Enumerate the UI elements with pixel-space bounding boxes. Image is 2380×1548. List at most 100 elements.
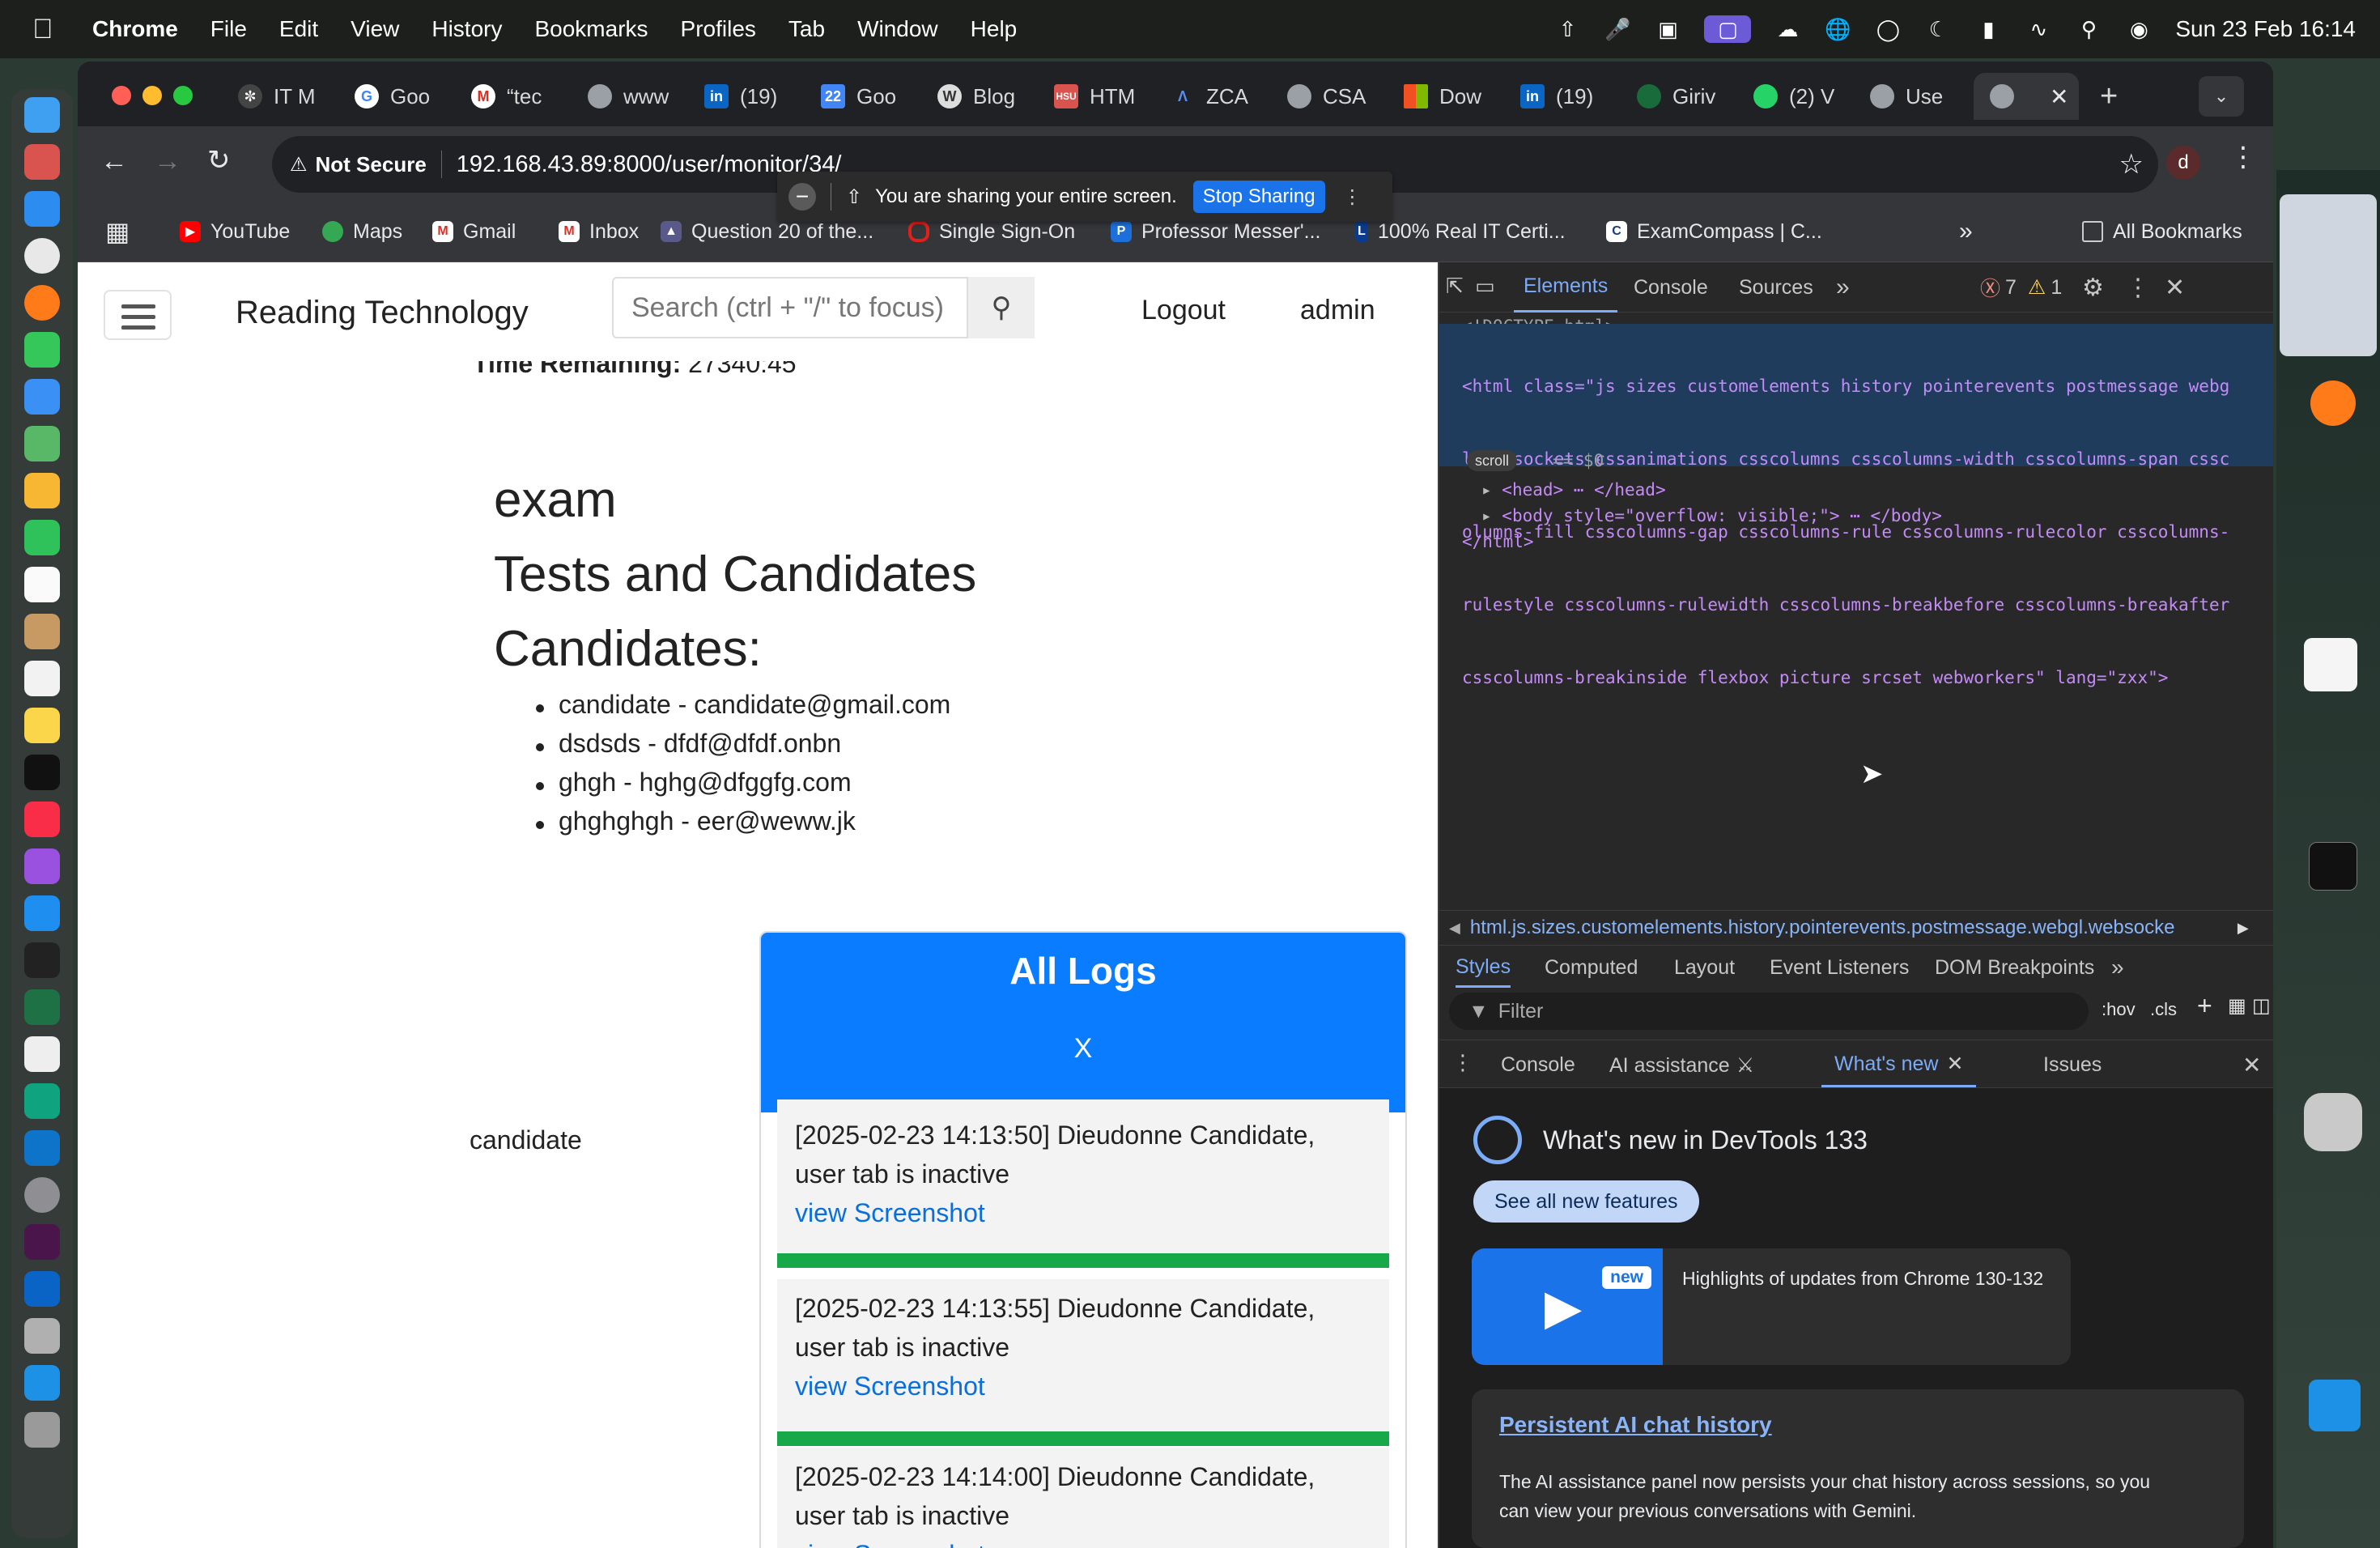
reminders-icon[interactable] bbox=[24, 661, 60, 696]
apple-menu-icon[interactable]:  bbox=[32, 14, 65, 45]
feature-title-link[interactable]: Persistent AI chat history bbox=[1499, 1412, 1772, 1438]
tab-active[interactable]: ✕ bbox=[1974, 73, 2079, 120]
more-tabs-icon[interactable]: » bbox=[1836, 262, 1850, 313]
vscode-icon[interactable] bbox=[2304, 638, 2357, 691]
podcasts-icon[interactable] bbox=[24, 848, 60, 884]
body-node[interactable]: ▸ <body style="overflow: visible;"> ⋯ </… bbox=[1481, 504, 1942, 528]
scroll-badge[interactable]: scroll bbox=[1467, 450, 1518, 471]
microphone-icon[interactable]: 🎤 bbox=[1604, 15, 1631, 43]
head-node[interactable]: ▸ <head> ⋯ </head> bbox=[1481, 478, 1666, 502]
camera-icon[interactable]: ▣ bbox=[1654, 15, 1681, 43]
highlights-card[interactable]: new ▶ Highlights of updates from Chrome … bbox=[1472, 1248, 2071, 1365]
firefox-icon[interactable] bbox=[24, 285, 60, 321]
tab-item[interactable]: Giriv bbox=[1637, 73, 1715, 120]
launchpad-icon[interactable] bbox=[24, 144, 60, 180]
scroll-right-icon[interactable]: ▶ bbox=[2238, 920, 2249, 937]
tab-item[interactable]: in (19) bbox=[704, 73, 777, 120]
menu-window[interactable]: Window bbox=[857, 16, 938, 42]
more-tabs-icon[interactable]: » bbox=[2111, 955, 2124, 980]
view-screenshot-link[interactable]: view Screenshot bbox=[795, 1193, 1371, 1232]
forward-arrow-icon[interactable]: → bbox=[154, 146, 181, 177]
site-brand[interactable]: Reading Technology bbox=[236, 295, 529, 331]
database-icon[interactable] bbox=[24, 1318, 60, 1354]
profile-avatar[interactable]: d bbox=[2166, 146, 2200, 180]
tab-styles[interactable]: Styles bbox=[1456, 955, 1511, 988]
headphones-icon[interactable]: ◯ bbox=[1874, 15, 1902, 43]
menubar-clock[interactable]: Sun 23 Feb 16:14 bbox=[2175, 16, 2356, 42]
tab-item[interactable]: Dow bbox=[1404, 73, 1481, 120]
system-settings-icon[interactable] bbox=[24, 1177, 60, 1213]
tab-computed[interactable]: Computed bbox=[1545, 956, 1638, 980]
tab-item[interactable]: M “tec bbox=[471, 73, 542, 120]
tab-search-button[interactable]: ⌄ bbox=[2199, 76, 2244, 117]
screen-share-icon[interactable]: ⇧ bbox=[1553, 15, 1581, 43]
html-node[interactable]: <html class="js sizes customelements his… bbox=[1462, 325, 2229, 738]
search-input[interactable]: Search (ctrl + "/" to focus) bbox=[612, 277, 968, 338]
drawer-tab-issues[interactable]: Issues bbox=[2043, 1053, 2102, 1077]
breadcrumb-path[interactable]: html.js.sizes.customelements.history.poi… bbox=[1470, 916, 2231, 939]
photos-icon[interactable] bbox=[24, 473, 60, 508]
close-tab-icon[interactable]: ✕ bbox=[1946, 1053, 1963, 1075]
spotlight-search-icon[interactable]: ⚲ bbox=[2075, 15, 2102, 43]
inspect-element-icon[interactable]: ⇱ bbox=[1446, 274, 1464, 299]
drawer-tab-console[interactable]: Console bbox=[1501, 1053, 1575, 1077]
tab-item[interactable]: Λ ZCA bbox=[1171, 73, 1248, 120]
close-devtools-icon[interactable]: ✕ bbox=[2165, 262, 2185, 313]
security-status[interactable]: Not Secure bbox=[316, 152, 427, 177]
drawer-menu-icon[interactable]: ⋮ bbox=[1452, 1050, 1473, 1075]
menu-bookmarks[interactable]: Bookmarks bbox=[534, 16, 648, 42]
tab-item[interactable]: in (19) bbox=[1520, 73, 1593, 120]
admin-link[interactable]: admin bbox=[1300, 295, 1375, 326]
new-tab-button[interactable]: + bbox=[2100, 73, 2118, 120]
sidebar-toggle-icon[interactable]: ◫ bbox=[2252, 994, 2271, 1018]
globe-icon[interactable]: 🌐 bbox=[1824, 15, 1851, 43]
battery-icon[interactable]: ▮ bbox=[1974, 15, 2002, 43]
tab-dom-breakpoints[interactable]: DOM Breakpoints bbox=[1935, 956, 2094, 980]
excel-icon[interactable] bbox=[24, 989, 60, 1025]
drawer-tab-whats-new[interactable]: What's new ✕ bbox=[1821, 1040, 1977, 1087]
menu-history[interactable]: History bbox=[431, 16, 502, 42]
bookmark-examcompass[interactable]: C ExamCompass | C... bbox=[1606, 215, 1822, 248]
menu-app-name[interactable]: Chrome bbox=[92, 16, 178, 42]
minimize-sharebar-icon[interactable]: − bbox=[788, 183, 816, 211]
menu-file[interactable]: File bbox=[210, 16, 247, 42]
contacts-icon[interactable] bbox=[24, 614, 60, 649]
tab-item[interactable]: (2) V bbox=[1753, 73, 1834, 120]
bookmark-star-icon[interactable]: ☆ bbox=[2119, 148, 2144, 181]
tab-event-listeners[interactable]: Event Listeners bbox=[1770, 956, 1909, 980]
tab-item[interactable]: G Goo bbox=[355, 73, 430, 120]
app-store-icon[interactable] bbox=[24, 895, 60, 931]
back-arrow-icon[interactable]: ← bbox=[100, 146, 128, 177]
tab-item[interactable]: ✼ IT M bbox=[238, 73, 316, 120]
hover-state-toggle[interactable]: :hov bbox=[2102, 999, 2136, 1020]
drawer-tab-ai-assistance[interactable]: AI assistance ⚔ bbox=[1609, 1053, 1754, 1078]
menu-edit[interactable]: Edit bbox=[279, 16, 318, 42]
tab-item[interactable]: www bbox=[588, 73, 669, 120]
outlook-icon[interactable] bbox=[24, 1271, 60, 1307]
moon-icon[interactable]: ☾ bbox=[1924, 15, 1952, 43]
bookmarks-overflow-icon[interactable]: » bbox=[1959, 215, 1973, 248]
docker-icon[interactable] bbox=[24, 1365, 60, 1401]
bookmark-gmail[interactable]: M Gmail bbox=[432, 215, 516, 248]
database-icon[interactable] bbox=[2304, 1093, 2362, 1151]
drag-handle-icon[interactable]: ⋮ bbox=[1343, 185, 1362, 209]
class-toggle[interactable]: .cls bbox=[2150, 999, 2177, 1020]
tab-item[interactable]: HSU HTM bbox=[1054, 73, 1135, 120]
minimize-window-button[interactable] bbox=[142, 86, 162, 105]
logs-close-button[interactable]: X bbox=[761, 993, 1405, 1065]
facetime-icon[interactable] bbox=[24, 520, 60, 555]
docker-icon[interactable] bbox=[2309, 1380, 2361, 1431]
terminal-icon[interactable] bbox=[2309, 842, 2357, 891]
terminal-icon[interactable] bbox=[24, 942, 60, 978]
chrome-icon[interactable] bbox=[24, 238, 60, 274]
mail-icon[interactable] bbox=[24, 379, 60, 415]
trash-icon[interactable] bbox=[24, 1412, 60, 1448]
finder-icon[interactable] bbox=[24, 97, 60, 133]
maximize-window-button[interactable] bbox=[173, 86, 193, 105]
hamburger-menu-button[interactable] bbox=[104, 290, 172, 340]
control-center-icon[interactable]: ◉ bbox=[2125, 15, 2153, 43]
vscode-icon[interactable] bbox=[24, 1130, 60, 1166]
textedit-icon[interactable] bbox=[24, 1036, 60, 1072]
bookmark-maps[interactable]: Maps bbox=[322, 215, 402, 248]
view-screenshot-link[interactable]: view Screenshot bbox=[795, 1535, 1371, 1548]
